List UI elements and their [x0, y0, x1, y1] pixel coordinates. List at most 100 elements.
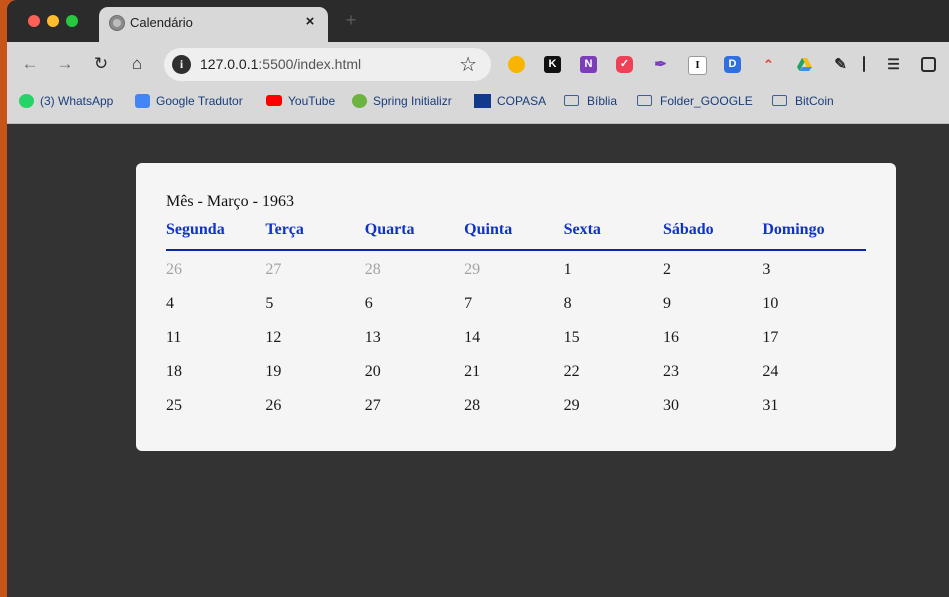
- spring-icon: [352, 93, 367, 108]
- url-text[interactable]: 127.0.0.1:5500/index.html: [200, 56, 361, 72]
- calendar-day-other-month: 27: [265, 261, 282, 278]
- bookmark-whatsapp[interactable]: (3) WhatsApp: [19, 93, 114, 109]
- tab-calendario[interactable]: Calendário ×: [99, 7, 328, 42]
- url-host: 127.0.0.1: [200, 56, 259, 72]
- folder-icon: [564, 95, 579, 107]
- calendar-day: 6: [364, 295, 373, 312]
- new-tab-button[interactable]: +: [341, 10, 361, 30]
- calendar-day-other-month: 29: [464, 261, 481, 278]
- tab-strip: Calendário × +: [7, 0, 949, 42]
- keep-icon[interactable]: [508, 56, 525, 73]
- rainbow-icon[interactable]: ⌃: [760, 56, 777, 73]
- close-tab-icon[interactable]: ×: [300, 12, 320, 32]
- bookmark-label: (3) WhatsApp: [40, 94, 114, 108]
- calendar-week-row: 11 12 13 14 15 16 17: [166, 321, 866, 355]
- calendar-weeks: 26 27 28 29 1 2 3 4 5 6 7 8 9 10 11 12 13 14 15 16 17 18 19 20 2…: [166, 251, 866, 423]
- close-window-button[interactable]: [28, 15, 40, 27]
- weekday-label: Segunda: [166, 221, 225, 238]
- bookmark-label: Spring Initializr: [373, 94, 452, 108]
- puzzle-icon[interactable]: ✎: [832, 56, 849, 73]
- calendar-day-other-month: 28: [364, 261, 381, 278]
- calendar-day: 25: [166, 397, 182, 414]
- bookmark-google-tradutor[interactable]: Google Tradutor: [135, 93, 243, 109]
- bookmark-label: COPASA: [497, 94, 547, 108]
- back-arrow-icon[interactable]: ←: [19, 53, 41, 75]
- calendar-week-row: 18 19 20 21 22 23 24: [166, 355, 866, 389]
- bookmark-folder-google[interactable]: Folder_GOOGLE: [637, 94, 753, 108]
- youtube-icon: [266, 95, 282, 107]
- calendar-day: 2: [662, 261, 671, 278]
- globe-icon: [109, 15, 125, 31]
- weekday-header: Segunda Terça Quarta Quinta Sexta Sábado…: [166, 220, 866, 251]
- info-icon[interactable]: i: [172, 55, 191, 74]
- calendar-day: 23: [662, 363, 679, 380]
- calendar-day: 27: [364, 397, 381, 414]
- weekday-label: Sábado: [662, 221, 714, 238]
- calendar-day: 8: [563, 295, 572, 312]
- bookmark-folder-bitcoin[interactable]: BitCoin: [772, 94, 834, 108]
- calendar-day: 17: [762, 329, 779, 346]
- instapaper-icon[interactable]: I: [688, 56, 707, 75]
- url-path: :5500/index.html: [258, 56, 362, 72]
- whatsapp-icon: [19, 93, 34, 108]
- bookmark-label: Google Tradutor: [156, 94, 243, 108]
- calendar-day: 30: [662, 397, 679, 414]
- calendar-week-row: 4 5 6 7 8 9 10: [166, 287, 866, 321]
- maximize-window-button[interactable]: [66, 15, 78, 27]
- calendar-day: 20: [364, 363, 381, 380]
- weekday-label: Terça: [265, 221, 304, 238]
- onenote-icon[interactable]: N: [580, 56, 597, 73]
- bookmark-label: Folder_GOOGLE: [660, 94, 753, 108]
- quill-icon[interactable]: ✒: [652, 56, 669, 73]
- bookmark-youtube[interactable]: YouTube: [266, 94, 335, 108]
- calendar-day: 3: [762, 261, 771, 278]
- weekday-label: Quinta: [464, 221, 513, 238]
- folder-icon: [772, 95, 787, 107]
- calendar-day: 31: [762, 397, 779, 414]
- copasa-icon: [474, 93, 491, 108]
- calendar-day: 22: [563, 363, 580, 380]
- d-icon[interactable]: D: [724, 56, 741, 73]
- weekday-label: Domingo: [762, 221, 825, 238]
- calendar-day: 13: [364, 329, 381, 346]
- media-list-icon[interactable]: ☰: [885, 56, 902, 73]
- calendar-day: 9: [662, 295, 671, 312]
- calendar-day: 12: [265, 329, 282, 346]
- pocket-icon[interactable]: ✓: [616, 56, 633, 73]
- calendar-card: Mês - Março - 1963 Segunda Terça Quarta …: [136, 163, 896, 451]
- calendar-week-row: 25 26 27 28 29 30 31: [166, 389, 866, 423]
- weekday-label: Sexta: [563, 221, 601, 238]
- side-panel-icon[interactable]: [921, 57, 936, 72]
- bookmark-spring-initializr[interactable]: Spring Initializr: [352, 93, 452, 109]
- calendar-day: 4: [166, 295, 174, 312]
- calendar-day: 1: [563, 261, 572, 278]
- toolbar-divider: [863, 56, 865, 72]
- address-bar[interactable]: i 127.0.0.1:5500/index.html ☆: [164, 48, 491, 81]
- bookmark-star-icon[interactable]: ☆: [459, 52, 477, 77]
- bookmark-copasa[interactable]: COPASA: [474, 93, 547, 109]
- browser-toolbar: ← → ↻ ⌂ i 127.0.0.1:5500/index.html ☆ K …: [7, 42, 949, 87]
- drive-icon[interactable]: [796, 56, 813, 73]
- calendar-day-other-month: 26: [166, 261, 182, 278]
- calendar-day: 5: [265, 295, 274, 312]
- bookmark-folder-biblia[interactable]: Bíblia: [564, 94, 617, 108]
- folder-icon: [637, 95, 652, 107]
- tab-title: Calendário: [130, 15, 193, 30]
- calendar-week-row: 26 27 28 29 1 2 3: [166, 253, 866, 287]
- minimize-window-button[interactable]: [47, 15, 59, 27]
- calendar-title: Mês - Março - 1963: [166, 193, 294, 210]
- calendar-grid: Segunda Terça Quarta Quinta Sexta Sábado…: [166, 220, 866, 423]
- calendar-day: 16: [662, 329, 679, 346]
- bookmark-label: YouTube: [288, 94, 336, 108]
- weekday-label: Quarta: [364, 221, 415, 238]
- calendar-day: 14: [464, 329, 481, 346]
- calendar-day: 29: [563, 397, 580, 414]
- page-content: Mês - Março - 1963 Segunda Terça Quarta …: [7, 124, 949, 597]
- bookmarks-bar: (3) WhatsApp Google Tradutor YouTube Spr…: [7, 87, 949, 124]
- calendar-day: 10: [762, 295, 779, 312]
- kindle-icon[interactable]: K: [544, 56, 561, 73]
- home-icon[interactable]: ⌂: [126, 53, 148, 75]
- reload-icon[interactable]: ↻: [90, 53, 112, 75]
- calendar-day: 19: [265, 363, 282, 380]
- forward-arrow-icon[interactable]: →: [54, 53, 76, 75]
